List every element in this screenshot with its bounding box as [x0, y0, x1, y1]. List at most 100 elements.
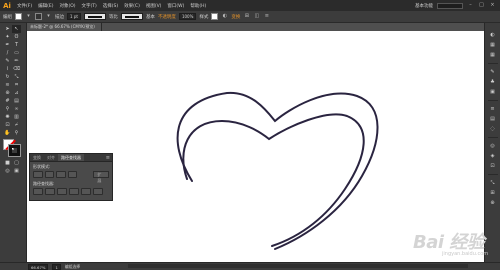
stroke-panel-icon[interactable]: ≡ [488, 105, 497, 113]
panel-menu-icon[interactable]: ≡ [106, 154, 112, 161]
zoom-level-field[interactable]: 66.67% [28, 263, 49, 270]
brush-definition[interactable] [120, 13, 143, 20]
lasso-icon[interactable]: ʘ [12, 33, 21, 41]
rotate-icon[interactable]: ↻ [3, 73, 12, 81]
tab-transform[interactable]: 变换 [30, 154, 44, 161]
blob-brush-icon[interactable]: ⌇ [3, 65, 12, 73]
tab-pathfinder[interactable]: 路径查找器 [58, 154, 84, 161]
paintbrush-icon[interactable]: ✎ [3, 57, 12, 65]
transparency-icon[interactable]: ◌ [488, 125, 497, 133]
close-button[interactable]: × [489, 2, 496, 9]
hand-icon[interactable]: ✋ [3, 129, 12, 137]
magic-wand-icon[interactable]: ✦ [3, 33, 12, 41]
pathfinder-panel: 变换 对齐 路径查找器 ≡ 形状模式: 扩展 路径查找器: [29, 153, 113, 201]
crop-button[interactable] [69, 188, 79, 195]
minus-back-button[interactable] [93, 188, 103, 195]
stroke-weight-select[interactable]: 1 pt [67, 13, 81, 20]
slice-icon[interactable]: ⌿ [12, 121, 21, 129]
chevron-down-icon[interactable]: ▾ [25, 13, 32, 20]
layers-icon[interactable]: ◈ [488, 152, 497, 160]
tab-align[interactable]: 对齐 [44, 154, 58, 161]
artboard-icon[interactable]: ⊡ [3, 121, 12, 129]
transform-icon[interactable]: ⤡ [488, 179, 497, 187]
trim-button[interactable] [45, 188, 55, 195]
selection-icon[interactable]: ➤ [3, 25, 12, 33]
eyedropper-icon[interactable]: ⚲ [3, 105, 12, 113]
rectangle-icon[interactable]: ▭ [12, 49, 21, 57]
menu-view[interactable]: 视图(V) [143, 3, 165, 9]
menu-window[interactable]: 窗口(W) [164, 3, 187, 9]
warp-icon[interactable]: ≋ [3, 81, 12, 89]
artboard-navigator[interactable]: 1 [52, 263, 61, 270]
graphic-styles-icon[interactable]: ▣ [488, 88, 497, 96]
menu-file[interactable]: 文件(F) [14, 3, 35, 9]
menu-object[interactable]: 对象(O) [56, 3, 78, 9]
outline-button[interactable] [81, 188, 91, 195]
fill-stroke-indicator[interactable] [3, 139, 25, 157]
merge-button[interactable] [57, 188, 67, 195]
color-mode-icon[interactable]: ■ [3, 159, 12, 167]
divide-button[interactable] [33, 188, 43, 195]
fill-swatch[interactable] [15, 13, 22, 20]
unite-button[interactable] [33, 171, 43, 178]
color-guide-icon[interactable]: ▦ [488, 41, 497, 49]
workspace-switcher[interactable]: 基本功能 [415, 3, 433, 9]
line-icon[interactable]: / [3, 49, 12, 57]
swatches-icon[interactable]: ▦ [488, 51, 497, 59]
heart-inner-path [182, 113, 365, 247]
graph-icon[interactable]: ▥ [12, 113, 21, 121]
none-mode-icon[interactable]: ▢ [12, 159, 21, 167]
align-icon[interactable]: ⊞ [243, 13, 250, 20]
search-input[interactable] [437, 2, 463, 9]
chevron-down-icon[interactable]: ▾ [45, 13, 52, 20]
document-tab[interactable]: 未标题-2* @ 66.67% (CMYK/预览) [27, 23, 102, 31]
panel-menu-icon[interactable]: ≡ [263, 13, 270, 20]
zoom-icon[interactable]: ⚲ [12, 129, 21, 137]
variable-width-profile[interactable] [83, 13, 106, 20]
minimize-button[interactable]: – [467, 2, 474, 9]
maximize-button[interactable]: □ [478, 2, 485, 9]
symbol-sprayer-icon[interactable]: ✺ [3, 113, 12, 121]
menu-effect[interactable]: 效果(C) [121, 3, 143, 9]
color-panel-icon[interactable]: ◐ [488, 31, 497, 39]
recolor-icon[interactable]: ◐ [221, 13, 228, 20]
type-icon[interactable]: T [12, 41, 21, 49]
eraser-icon[interactable]: ⌫ [12, 65, 21, 73]
expand-button[interactable]: 扩展 [93, 171, 109, 183]
artboards-icon[interactable]: ⊡ [488, 162, 497, 170]
menu-type[interactable]: 文字(T) [79, 3, 100, 9]
menu-edit[interactable]: 编辑(E) [35, 3, 56, 9]
stroke-swatch[interactable] [35, 13, 42, 20]
pen-icon[interactable]: ✒ [3, 41, 12, 49]
stroke-swatch-large[interactable] [8, 144, 21, 157]
scale-icon[interactable]: ⤡ [12, 73, 21, 81]
gradient-panel-icon[interactable]: ▤ [488, 115, 497, 123]
free-transform-icon[interactable]: ⌗ [12, 81, 21, 89]
pencil-icon[interactable]: ✏ [12, 57, 21, 65]
menu-help[interactable]: 帮助(H) [187, 3, 209, 9]
symbols-icon[interactable]: ♣ [488, 78, 497, 86]
shape-builder-icon[interactable]: ⊕ [3, 89, 12, 97]
gradient-icon[interactable]: ▤ [12, 97, 21, 105]
blend-icon[interactable]: ∞ [12, 105, 21, 113]
horizontal-scrollbar[interactable] [128, 264, 468, 268]
perspective-icon[interactable]: ⊿ [12, 89, 21, 97]
direct-selection-icon[interactable]: ↖ [12, 25, 21, 33]
menu-select[interactable]: 选择(S) [100, 3, 121, 9]
appearance-icon[interactable]: ◎ [488, 142, 497, 150]
screen-mode-icon[interactable]: ▣ [12, 167, 21, 175]
brushes-icon[interactable]: ✎ [488, 68, 497, 76]
opacity-input[interactable]: 100% [178, 13, 197, 20]
isolate-icon[interactable]: ◫ [253, 13, 260, 20]
minus-front-button[interactable] [44, 171, 55, 178]
draw-mode-icon[interactable]: ◎ [3, 167, 12, 175]
pathfinder-icon[interactable]: ⊕ [488, 199, 497, 207]
graphic-style-swatch[interactable] [211, 13, 219, 20]
align-panel-icon[interactable]: ⊞ [488, 189, 497, 197]
intersect-button[interactable] [56, 171, 66, 178]
exclude-button[interactable] [67, 171, 78, 178]
mesh-icon[interactable]: # [3, 97, 12, 105]
transform-link[interactable]: 变换 [231, 14, 240, 20]
app-logo: Ai [0, 0, 14, 11]
opacity-label[interactable]: 不透明度 [158, 14, 176, 20]
